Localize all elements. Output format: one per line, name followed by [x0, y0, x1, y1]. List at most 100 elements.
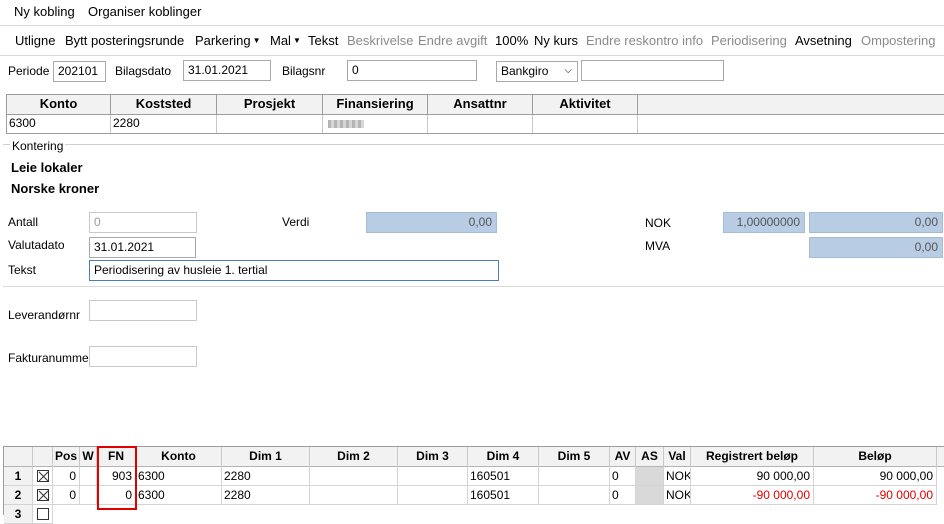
grid-cell-belop[interactable]: 90 000,00: [814, 467, 937, 486]
grid-cell-belop[interactable]: -90 000,00: [814, 486, 937, 505]
grid-cell-dim3[interactable]: [398, 486, 468, 505]
voucher-type-select[interactable]: Bankgiro ⌵: [496, 61, 578, 82]
dropdown-arrow-icon: ▼: [252, 36, 261, 45]
grid-row-number: 2: [4, 486, 33, 505]
valutadato-label: Valutadato: [8, 238, 65, 252]
grid-cell-as: [636, 467, 664, 486]
dim-header-koststed: Koststed: [111, 95, 217, 115]
bilagsdato-input[interactable]: 31.01.2021: [183, 60, 271, 81]
grid-header-w: W: [80, 447, 97, 467]
grid-cell-val[interactable]: NOK: [664, 486, 691, 505]
grid-cell-konto[interactable]: 6300: [136, 486, 222, 505]
toolbar-beskrivelse[interactable]: Beskrivelse: [347, 33, 413, 48]
dim-value-aktivitet[interactable]: [533, 115, 638, 133]
checkbox-checked-icon: [36, 489, 49, 501]
antall-input[interactable]: 0: [89, 212, 197, 233]
toolbar-bytt-posteringsrunde[interactable]: Bytt posteringsrunde: [65, 33, 184, 48]
dim-value-konto[interactable]: 6300: [7, 115, 111, 133]
grid-cell-val[interactable]: NOK: [664, 467, 691, 486]
dim-header-ansattnr: Ansattnr: [428, 95, 533, 115]
dim-value-prosjekt[interactable]: [217, 115, 323, 133]
toolbar-endre-avgift[interactable]: Endre avgift: [418, 33, 487, 48]
checkbox-unchecked-icon: [36, 508, 49, 520]
grid-cell-dim1[interactable]: 2280: [222, 467, 310, 486]
nok-label: NOK: [645, 216, 672, 230]
grid-row-checkbox[interactable]: [33, 467, 53, 486]
grid-header-av: AV: [610, 447, 636, 467]
dim-value-koststed[interactable]: 2280: [111, 115, 217, 133]
toolbar-ny-kurs[interactable]: Ny kurs: [534, 33, 578, 48]
toolbar-mal[interactable]: Mal ▼: [270, 33, 301, 48]
fakturanummer-input[interactable]: [89, 346, 197, 367]
grid-cell-av[interactable]: 0: [610, 467, 636, 486]
dim-value-ansattnr[interactable]: [428, 115, 533, 133]
toolbar-endre-reskontro-info[interactable]: Endre reskontro info: [586, 33, 703, 48]
grid-header-dim1: Dim 1: [222, 447, 310, 467]
mva-amount-input[interactable]: 0,00: [809, 237, 943, 258]
grid-header-belop: Beløp: [814, 447, 937, 467]
grid-cell-dim4[interactable]: 160501: [468, 467, 539, 486]
grid-header-dim4: Dim 4: [468, 447, 539, 467]
section-divider: [3, 286, 944, 287]
grid-cell-dim1[interactable]: 2280: [222, 486, 310, 505]
grid-cell-dim2[interactable]: [310, 467, 398, 486]
redacted-value-icon: [328, 120, 364, 128]
grid-header-check: [33, 447, 53, 467]
tekst-input[interactable]: Periodisering av husleie 1. tertial: [89, 260, 499, 281]
grid-cell-registrert-belop[interactable]: -90 000,00: [691, 486, 814, 505]
chevron-down-icon: ⌵: [564, 65, 572, 76]
grid-header-dim5: Dim 5: [539, 447, 610, 467]
toolbar-divider: [0, 55, 944, 56]
toolbar-utligne[interactable]: Utligne: [15, 33, 55, 48]
grid-cell-registrert-belop[interactable]: 90 000,00: [691, 467, 814, 486]
bilagsdato-label: Bilagsdato: [115, 64, 172, 78]
grid-cell-dim2[interactable]: [310, 486, 398, 505]
bilagsnr-label: Bilagsnr: [282, 64, 326, 78]
leverandor-label: Leverandørnr: [8, 308, 81, 322]
menu-organize-links[interactable]: Organiser koblinger: [88, 4, 201, 19]
grid-cell-dim4[interactable]: 160501: [468, 486, 539, 505]
dim-header-aktivitet: Aktivitet: [533, 95, 638, 115]
toolbar-100-percent[interactable]: 100%: [495, 33, 528, 48]
grid-header-konto: Konto: [136, 447, 222, 467]
currency-name-text: Norske kroner: [11, 181, 100, 196]
voucher-extra-input[interactable]: [581, 60, 724, 81]
verdi-input[interactable]: 0,00: [366, 212, 497, 233]
toolbar-avsetning[interactable]: Avsetning: [795, 33, 852, 48]
toolbar-ompostering[interactable]: Ompostering: [861, 33, 935, 48]
grid-cell-pos[interactable]: 0: [53, 486, 80, 505]
grid-cell-dim3[interactable]: [398, 467, 468, 486]
menu-new-link[interactable]: Ny kobling: [14, 4, 75, 19]
toolbar-periodisering[interactable]: Periodisering: [711, 33, 787, 48]
dim-header-finansiering: Finansiering: [323, 95, 428, 115]
grid-cell-w[interactable]: [80, 467, 97, 486]
faktura-label: Fakturanummer: [8, 351, 93, 365]
grid-row-checkbox[interactable]: [33, 486, 53, 505]
valutadato-input[interactable]: 31.01.2021: [89, 237, 196, 258]
verdi-label: Verdi: [282, 215, 310, 229]
checkbox-checked-icon: [36, 470, 49, 482]
dim-header-prosjekt: Prosjekt: [217, 95, 323, 115]
grid-cell-konto[interactable]: 6300: [136, 467, 222, 486]
kontering-group-border: [3, 144, 944, 145]
grid-header-pos: Pos: [53, 447, 80, 467]
toolbar-parkering[interactable]: Parkering ▼: [195, 33, 261, 48]
leverandor-input[interactable]: [89, 300, 197, 321]
voucher-type-value: Bankgiro: [501, 64, 549, 78]
grid-header-rownum: [4, 447, 33, 467]
dim-value-finansiering[interactable]: [323, 115, 428, 133]
periode-input[interactable]: 202101: [53, 61, 106, 82]
grid-cell-pos[interactable]: 0: [53, 467, 80, 486]
bilagsnr-input[interactable]: 0: [347, 60, 477, 81]
nok-amount-input[interactable]: 0,00: [809, 212, 943, 233]
tekst-label: Tekst: [8, 263, 37, 277]
grid-cell-av[interactable]: 0: [610, 486, 636, 505]
grid-cell-w[interactable]: [80, 486, 97, 505]
dim-header-konto: Konto: [7, 95, 111, 115]
grid-cell-dim5[interactable]: [539, 467, 610, 486]
grid-header-as: AS: [636, 447, 664, 467]
exchange-rate-input[interactable]: 1,00000000: [723, 212, 805, 233]
grid-cell-dim5[interactable]: [539, 486, 610, 505]
periode-label: Periode: [8, 64, 50, 78]
toolbar-tekst[interactable]: Tekst: [308, 33, 338, 48]
